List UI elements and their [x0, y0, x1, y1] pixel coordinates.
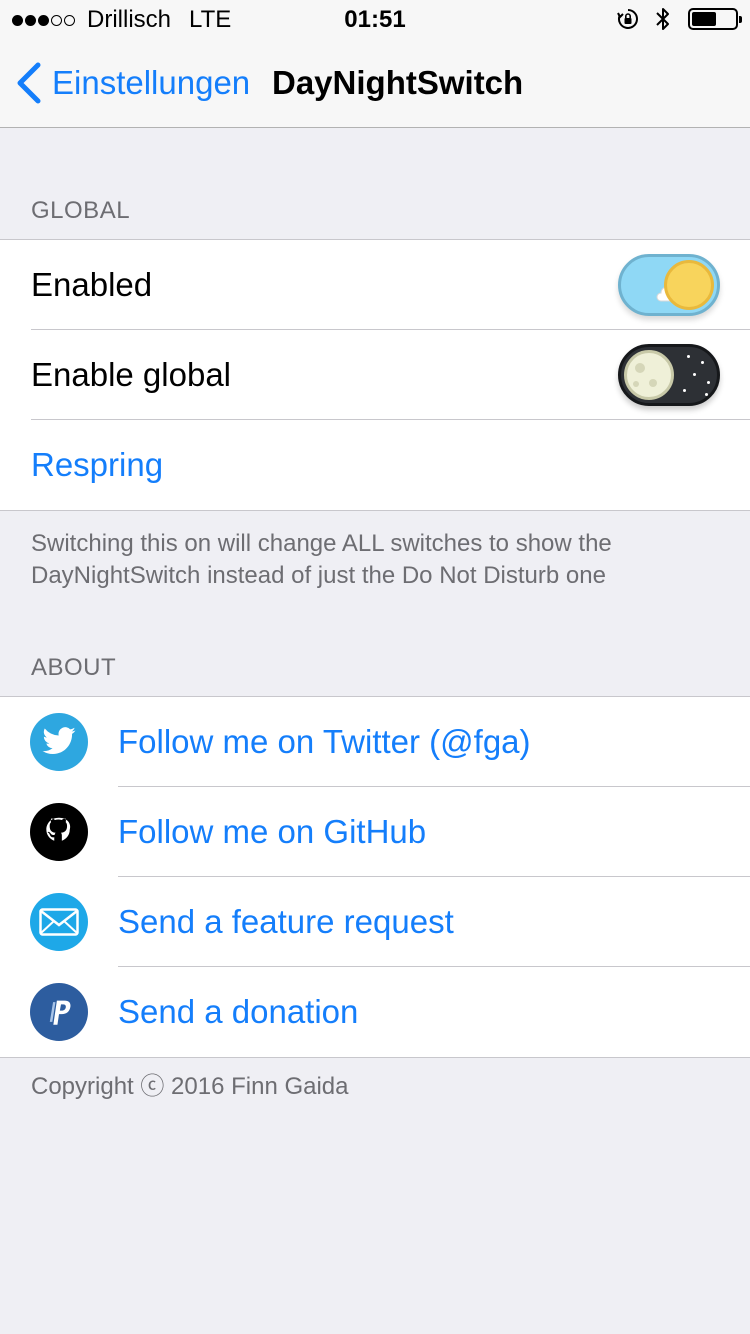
row-donation[interactable]: Send a donation — [0, 967, 750, 1057]
page-title: DayNightSwitch — [272, 64, 524, 101]
global-group: Enabled Enable global Respring — [0, 239, 750, 511]
status-right — [616, 6, 742, 32]
star-icon — [707, 381, 710, 384]
star-icon — [705, 393, 708, 396]
enable-global-daynight-switch[interactable] — [618, 344, 720, 406]
back-button-label: Einstellungen — [52, 64, 251, 101]
status-bar: Drillisch LTE 01:51 — [0, 0, 750, 40]
star-icon — [693, 373, 696, 376]
row-enabled: Enabled — [0, 240, 750, 330]
paypal-icon — [30, 983, 88, 1041]
twitter-icon — [30, 713, 88, 771]
enable-global-label: Enable global — [31, 356, 231, 393]
row-feature-request[interactable]: Send a feature request — [0, 877, 750, 967]
battery-icon — [688, 8, 742, 30]
navigation-bar: Einstellungen DayNightSwitch — [0, 40, 750, 128]
about-group: Follow me on Twitter (@fga) Follow me on… — [0, 696, 750, 1058]
back-button[interactable]: Einstellungen — [14, 58, 250, 108]
twitter-link[interactable]: Follow me on Twitter (@fga) — [118, 723, 531, 761]
row-respring[interactable]: Respring — [0, 420, 750, 510]
star-icon — [701, 361, 704, 364]
feature-request-link[interactable]: Send a feature request — [118, 903, 454, 941]
section-header-global: GLOBAL — [31, 197, 131, 224]
row-enable-global: Enable global — [0, 330, 750, 420]
moon-knob-icon — [624, 350, 674, 400]
row-twitter[interactable]: Follow me on Twitter (@fga) — [0, 697, 750, 787]
star-icon — [683, 389, 686, 392]
global-footer-text: Switching this on will change ALL switch… — [31, 530, 612, 589]
mail-icon — [30, 893, 88, 951]
orientation-lock-icon — [617, 9, 638, 29]
respring-button[interactable]: Respring — [31, 446, 163, 484]
section-header-about: ABOUT — [31, 654, 117, 681]
chevron-left-icon — [17, 62, 41, 104]
star-icon — [687, 355, 690, 358]
enabled-label: Enabled — [31, 266, 153, 303]
enabled-daynight-switch[interactable] — [618, 254, 720, 316]
bluetooth-icon — [656, 8, 669, 30]
donation-link[interactable]: Send a donation — [118, 993, 358, 1031]
row-github[interactable]: Follow me on GitHub — [0, 787, 750, 877]
github-link[interactable]: Follow me on GitHub — [118, 813, 426, 851]
github-icon — [30, 803, 88, 861]
copyright-text: Copyright ⓒ 2016 Finn Gaida — [31, 1073, 349, 1100]
sun-knob-icon — [664, 260, 714, 310]
